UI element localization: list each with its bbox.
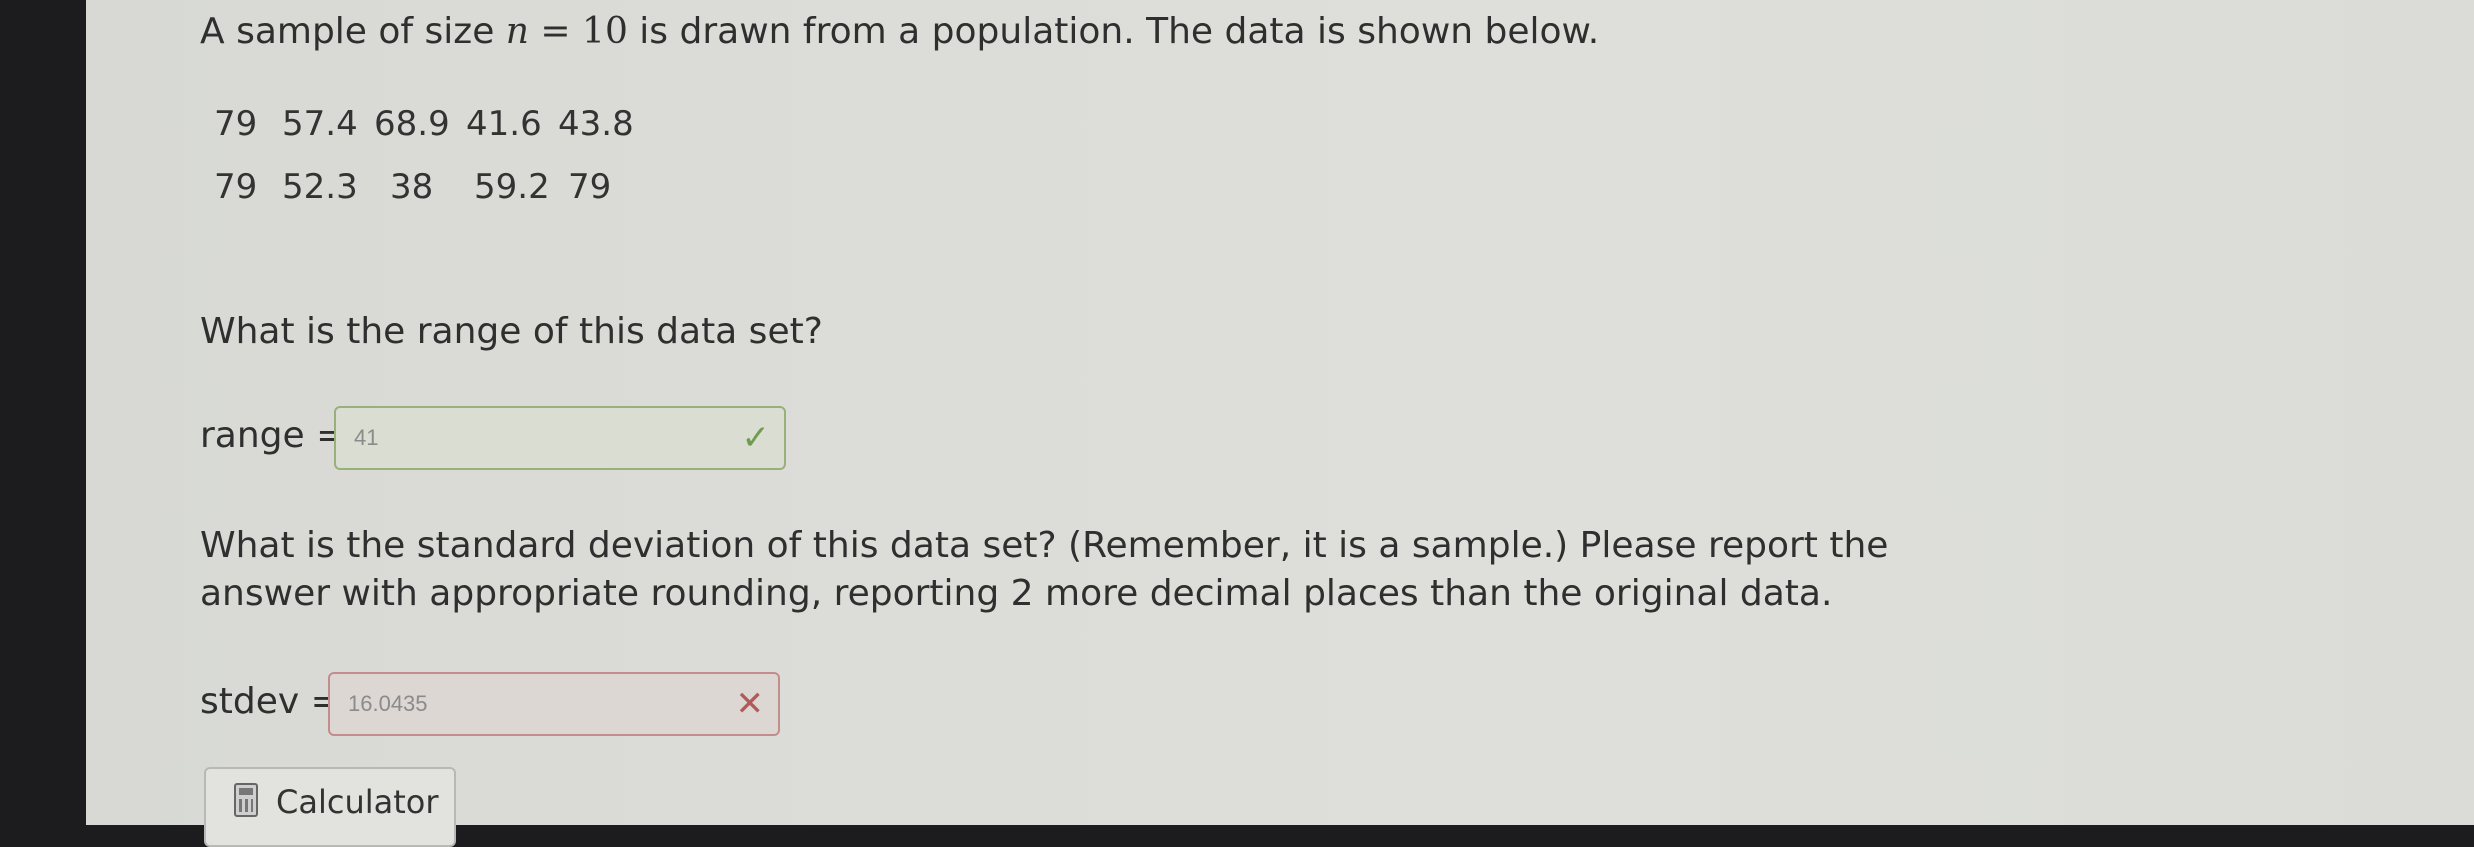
data-value: 79 <box>214 166 258 207</box>
data-value: 41.6 <box>466 103 542 144</box>
data-row: 79 57.4 68.9 41.6 43.8 <box>214 92 660 155</box>
range-answer-value: 41 <box>354 425 379 450</box>
data-row: 79 52.3 38 59.2 79 <box>214 155 660 218</box>
intro-suffix: is drawn from a population. The data is … <box>627 11 1600 52</box>
stdev-answer-field[interactable]: 16.0435 ✕ <box>328 672 780 736</box>
range-question-prompt: What is the range of this data set? <box>200 311 823 352</box>
sample-size-value: 10 <box>582 11 628 52</box>
question-page: A sample of size n = 10 is drawn from a … <box>86 0 2474 847</box>
range-label: range = <box>200 415 347 456</box>
data-value: 57.4 <box>282 103 358 144</box>
data-value: 79 <box>568 166 612 207</box>
calculator-button[interactable]: Calculator <box>204 767 456 847</box>
data-value: 79 <box>214 103 258 144</box>
stdev-label: stdev = <box>200 681 341 722</box>
data-value: 43.8 <box>558 103 634 144</box>
equals-sign: = <box>528 11 583 52</box>
intro-prefix: A sample of size <box>200 11 506 52</box>
problem-intro: A sample of size n = 10 is drawn from a … <box>200 8 1599 57</box>
sample-size-variable: n <box>505 11 529 52</box>
data-value: 59.2 <box>474 166 550 207</box>
data-value: 52.3 <box>282 166 358 207</box>
check-icon: ✓ <box>741 418 771 458</box>
range-answer-field[interactable]: 41 ✓ <box>334 406 786 470</box>
data-value: 68.9 <box>374 103 450 144</box>
calculator-icon <box>234 783 258 817</box>
calculator-label: Calculator <box>276 783 439 821</box>
stdev-question-prompt-line1: What is the standard deviation of this d… <box>200 525 1889 566</box>
data-table: 79 57.4 68.9 41.6 43.8 79 52.3 38 59.2 7… <box>214 92 660 218</box>
stdev-answer-value: 16.0435 <box>348 691 428 716</box>
cross-icon: ✕ <box>735 684 765 724</box>
stdev-question-prompt-line2: answer with appropriate rounding, report… <box>200 573 1833 614</box>
data-value: 38 <box>390 166 434 207</box>
